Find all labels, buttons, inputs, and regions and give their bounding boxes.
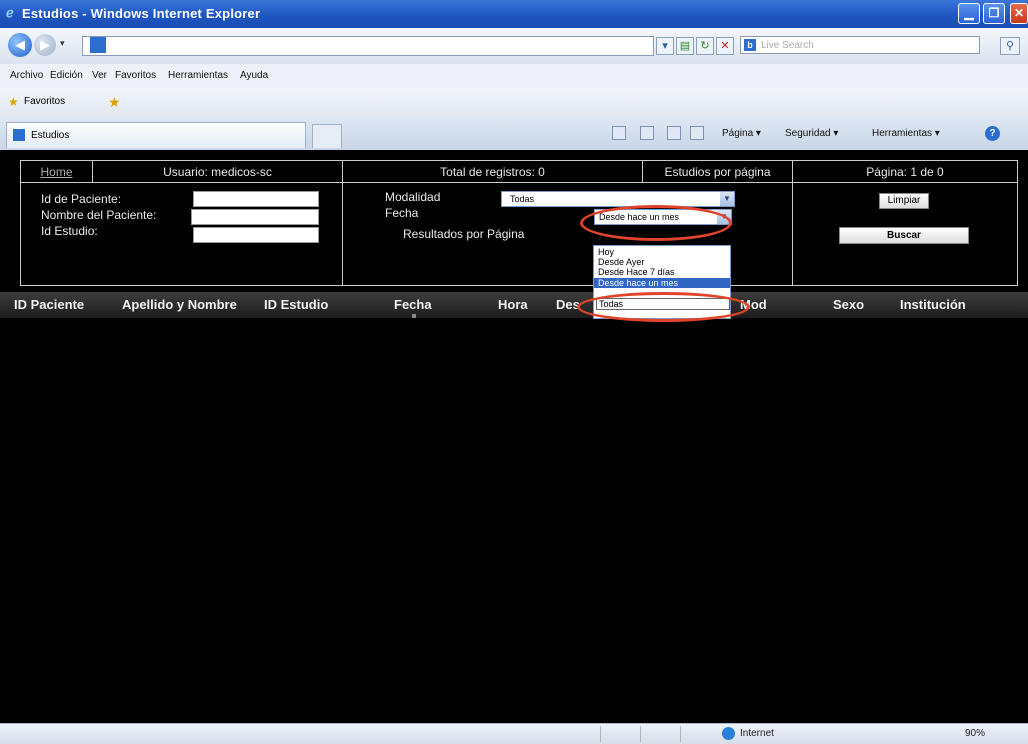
address-dropdown-icon[interactable]: ▾ — [656, 37, 674, 55]
history-dropdown-icon[interactable]: ▾ — [60, 38, 65, 49]
zoom-level[interactable]: 90% — [965, 728, 985, 739]
tab-label: Estudios — [31, 130, 70, 141]
date-option-mes[interactable]: Desde hace un mes — [594, 278, 730, 288]
favorites-button[interactable]: Favoritos — [24, 96, 65, 107]
user-label: Usuario: medicos-sc — [93, 161, 343, 183]
sort-indicator-icon — [412, 314, 416, 318]
chevron-down-icon: ▼ — [720, 192, 734, 206]
col-date[interactable]: Fecha — [394, 297, 432, 312]
menu-archivo[interactable]: Archivo — [10, 70, 43, 81]
col-description[interactable]: Des — [556, 297, 580, 312]
study-id-input[interactable] — [193, 227, 319, 243]
feeds-icon[interactable] — [640, 126, 654, 140]
menu-ver[interactable]: Ver — [92, 70, 107, 81]
date-option-hoy[interactable]: Hoy — [598, 247, 614, 257]
forward-button[interactable]: ▶ — [34, 34, 56, 56]
close-button[interactable]: ✕ — [1010, 3, 1028, 24]
live-search-icon: b — [744, 39, 756, 51]
total-records-label: Total de registros: 0 — [343, 161, 643, 183]
menu-herramientas[interactable]: Herramientas — [168, 70, 228, 81]
tab-estudios[interactable]: Estudios — [6, 122, 306, 148]
menu-ayuda[interactable]: Ayuda — [240, 70, 268, 81]
menu-edicion[interactable]: Edición — [50, 70, 83, 81]
search-panel: Home Usuario: medicos-sc Total de regist… — [20, 160, 1018, 286]
tools-menu[interactable]: Herramientas ▾ — [872, 128, 940, 139]
refresh-icon[interactable]: ↻ — [696, 37, 714, 55]
col-name[interactable]: Apellido y Nombre — [122, 297, 237, 312]
status-divider — [640, 726, 641, 742]
favorites-star-icon: ★ — [8, 95, 19, 109]
patient-name-input[interactable] — [191, 209, 319, 225]
page-favicon-icon — [90, 37, 106, 53]
home-link[interactable]: Home — [40, 165, 72, 179]
annotation-circle-date — [580, 205, 732, 241]
home-cell: Home — [21, 161, 93, 183]
col-institution[interactable]: Institución — [900, 297, 966, 312]
date-label: Fecha — [385, 206, 419, 220]
col-time[interactable]: Hora — [498, 297, 528, 312]
col-sex[interactable]: Sexo — [833, 297, 864, 312]
mail-icon[interactable] — [667, 126, 681, 140]
status-divider — [600, 726, 601, 742]
results-table-header: ID Paciente Apellido y Nombre ID Estudio… — [0, 292, 1028, 318]
modality-select[interactable]: Todas ▼ — [501, 191, 735, 207]
page-menu[interactable]: Página ▾ — [722, 128, 761, 139]
help-icon[interactable]: ? — [985, 126, 1000, 141]
col-study-id[interactable]: ID Estudio — [264, 297, 328, 312]
home-icon[interactable] — [612, 126, 626, 140]
tab-favicon-icon — [13, 129, 25, 141]
date-option-7-dias[interactable]: Desde Hace 7 días — [598, 267, 675, 277]
status-bar: Internet 90% — [0, 723, 1028, 744]
patient-id-label: Id de Paciente: — [41, 192, 122, 206]
menu-favoritos[interactable]: Favoritos — [115, 70, 156, 81]
new-tab-button[interactable] — [312, 124, 342, 148]
window-titlebar: ℯ Estudios - Windows Internet Explorer ▁… — [0, 0, 1028, 28]
page-content: Home Usuario: medicos-sc Total de regist… — [0, 150, 1028, 723]
globe-icon — [722, 727, 735, 740]
modality-label: Modalidad — [385, 190, 441, 204]
study-id-label: Id Estudio: — [41, 224, 98, 238]
annotation-circle-todas — [577, 292, 750, 322]
status-divider — [680, 726, 681, 742]
print-icon[interactable] — [690, 126, 704, 140]
patient-filter-cell: Id de Paciente: Nombre del Paciente: Id … — [21, 183, 343, 285]
address-input[interactable] — [82, 36, 654, 56]
ie-logo-icon: ℯ — [6, 5, 14, 20]
compatibility-icon[interactable]: ▤ — [676, 37, 694, 55]
add-favorite-icon[interactable]: ★ — [108, 94, 121, 111]
back-button[interactable]: ◀ — [8, 33, 32, 57]
search-input[interactable]: Live Search — [740, 36, 980, 54]
col-patient-id[interactable]: ID Paciente — [14, 297, 84, 312]
zone-label: Internet — [740, 728, 774, 739]
address-toolbar: ◀ ▶ ▾ ▾ ▤ ↻ ✕ Live Search b ⚲ — [0, 28, 1028, 65]
security-menu[interactable]: Seguridad ▾ — [785, 128, 838, 139]
per-page-label: Estudios por página — [643, 161, 793, 183]
date-option-ayer[interactable]: Desde Ayer — [598, 257, 644, 267]
actions-cell: Limpiar Buscar — [793, 183, 1017, 285]
page-indicator: Página: 1 de 0 — [793, 161, 1017, 183]
search-button[interactable]: Buscar — [839, 227, 969, 244]
minimize-button[interactable]: ▁ — [958, 3, 980, 24]
menu-bar: Archivo Edición Ver Favoritos Herramient… — [0, 64, 1028, 89]
tab-bar: Estudios Página ▾ Seguridad ▾ Herramient… — [0, 116, 1028, 151]
maximize-button[interactable]: ❐ — [983, 3, 1005, 24]
window-title: Estudios - Windows Internet Explorer — [22, 6, 261, 21]
stop-icon[interactable]: ✕ — [716, 37, 734, 55]
clear-button[interactable]: Limpiar — [879, 193, 929, 209]
patient-id-input[interactable] — [193, 191, 319, 207]
search-go-icon[interactable]: ⚲ — [1000, 37, 1020, 55]
favorites-bar: ★ Favoritos ★ — [0, 88, 1028, 117]
patient-name-label: Nombre del Paciente: — [41, 208, 157, 222]
modality-value: Todas — [510, 194, 535, 204]
results-per-page-label: Resultados por Página — [403, 227, 525, 241]
